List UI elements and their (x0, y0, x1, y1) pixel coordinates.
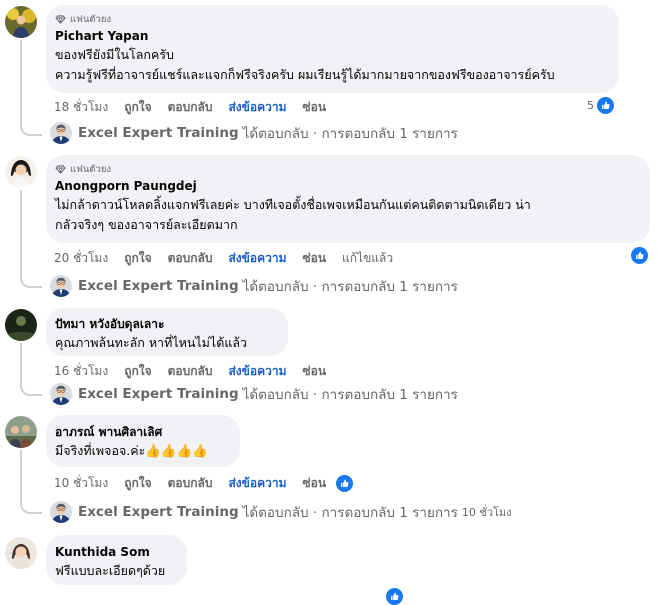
reply-button[interactable]: ตอบกลับ (168, 98, 213, 117)
like-reaction-icon[interactable] (386, 588, 403, 605)
reaction-number: 5 (587, 99, 594, 112)
like-button[interactable]: ถูกใจ (124, 362, 151, 381)
reply-button[interactable]: ตอบกลับ (168, 474, 213, 493)
fan-badge: แฟนตัวยง (55, 12, 607, 26)
fan-badge: แฟนตัวยง (55, 162, 638, 176)
comment-bubble: ปัทมา หวังอับดุลเลาะ คุณภาพล้นทะลัก หาที… (46, 308, 288, 356)
comment-bubble: Kunthida Som ฟรีแบบละเอียดๆด้วย (46, 535, 187, 585)
reply-button[interactable]: ตอบกลับ (168, 249, 213, 268)
avatar[interactable] (5, 416, 37, 448)
avatar (50, 383, 72, 405)
comment-text: มีจริงที่เพจอจ.ค่ะ👍👍👍👍 (55, 443, 208, 458)
comment-author[interactable]: Kunthida Som (55, 544, 175, 561)
comment-bubble: แฟนตัวยง Anongporn Paungdej ไม่กล้าดาวน์… (46, 155, 650, 243)
replier-name: Excel Expert Training (78, 504, 239, 520)
edited-label[interactable]: แก้ไขแล้ว (342, 249, 393, 268)
comment-actions: 10 ชั่วโมง ถูกใจ ตอบกลับ ส่งข้อความ ซ่อน (54, 474, 369, 493)
avatar[interactable] (5, 156, 37, 188)
comment-text: ไม่กล้าดาวน์โหลดลิ้งแจกฟรีเลยค่ะ บางทีเจ… (55, 197, 531, 232)
hide-button[interactable]: ซ่อน (302, 474, 326, 493)
diamond-icon (55, 165, 66, 174)
comment-bubble: อาภรณ์ พานศิลาเลิศ มีจริงที่เพจอจ.ค่ะ👍👍👍… (46, 415, 240, 467)
reaction-count[interactable] (628, 247, 648, 264)
comment-author[interactable]: ปัทมา หวังอับดุลเลาะ (55, 316, 276, 333)
send-message-button[interactable]: ส่งข้อความ (228, 98, 286, 117)
replies-summary: ได้ตอบกลับ · การตอบกลับ 1 รายการ (242, 126, 458, 142)
replies-summary: ได้ตอบกลับ · การตอบกลับ 1 รายการ (242, 505, 458, 521)
view-replies[interactable]: Excel Expert Training ได้ตอบกลับ · การตอ… (50, 501, 512, 523)
comment-author[interactable]: Anongporn Paungdej (55, 178, 638, 195)
comment-text: ฟรีแบบละเอียดๆด้วย (55, 563, 166, 578)
replier-name: Excel Expert Training (78, 386, 239, 402)
replier-name: Excel Expert Training (78, 278, 239, 294)
like-button[interactable]: ถูกใจ (124, 98, 151, 117)
replies-summary: ได้ตอบกลับ · การตอบกลับ 1 รายการ (242, 279, 458, 295)
thread-line (20, 450, 42, 514)
replier-name: Excel Expert Training (78, 125, 239, 141)
thread-line (20, 40, 42, 136)
hide-button[interactable]: ซ่อน (302, 362, 326, 381)
comment-time[interactable]: 20 ชั่วโมง (54, 249, 108, 268)
like-reaction-icon (597, 97, 614, 114)
hide-button[interactable]: ซ่อน (302, 98, 326, 117)
like-reaction-icon (631, 247, 648, 264)
like-reaction-icon[interactable] (336, 475, 354, 492)
comment-time[interactable]: 16 ชั่วโมง (54, 362, 108, 381)
avatar[interactable] (5, 6, 37, 38)
comment-author[interactable]: Pichart Yapan (55, 28, 607, 45)
send-message-button[interactable]: ส่งข้อความ (228, 474, 286, 493)
replies-summary: ได้ตอบกลับ · การตอบกลับ 1 รายการ (242, 387, 458, 403)
comment-time[interactable]: 10 ชั่วโมง (54, 474, 108, 493)
avatar[interactable] (5, 309, 37, 341)
comment-bubble: แฟนตัวยง Pichart Yapan ของฟรียังมีในโลกค… (46, 5, 619, 93)
fan-badge-label: แฟนตัวยง (70, 13, 112, 25)
view-replies[interactable]: Excel Expert Training ได้ตอบกลับ · การตอ… (50, 275, 458, 297)
comment-author[interactable]: อาภรณ์ พานศิลาเลิศ (55, 424, 228, 441)
view-replies[interactable]: Excel Expert Training ได้ตอบกลับ · การตอ… (50, 122, 458, 144)
comment-text: ของฟรียังมีในโลกครับ ความรู้ฟรีที่อาจารย… (55, 47, 555, 82)
send-message-button[interactable]: ส่งข้อความ (228, 362, 286, 381)
comment-text: คุณภาพล้นทะลัก หาที่ไหนไม่ได้แล้ว (55, 335, 248, 350)
fan-badge-label: แฟนตัวยง (70, 163, 112, 175)
reply-time[interactable]: 10 ชั่วโมง (462, 503, 512, 521)
hide-button[interactable]: ซ่อน (302, 249, 326, 268)
avatar (50, 122, 72, 144)
avatar (50, 501, 72, 523)
view-replies[interactable]: Excel Expert Training ได้ตอบกลับ · การตอ… (50, 383, 458, 405)
avatar (50, 275, 72, 297)
thread-line (20, 190, 42, 288)
reaction-count[interactable]: 5 (587, 97, 614, 114)
comment-actions: 20 ชั่วโมง ถูกใจ ตอบกลับ ส่งข้อความ ซ่อน… (54, 249, 409, 268)
comment-time[interactable]: 18 ชั่วโมง (54, 98, 108, 117)
comment-actions: 18 ชั่วโมง ถูกใจ ตอบกลับ ส่งข้อความ ซ่อน (54, 98, 342, 117)
reply-button[interactable]: ตอบกลับ (168, 362, 213, 381)
avatar[interactable] (5, 537, 37, 569)
like-button[interactable]: ถูกใจ (124, 474, 151, 493)
comment-actions: 16 ชั่วโมง ถูกใจ ตอบกลับ ส่งข้อความ ซ่อน (54, 362, 342, 381)
diamond-icon (55, 15, 66, 24)
like-button[interactable]: ถูกใจ (124, 249, 151, 268)
send-message-button[interactable]: ส่งข้อความ (228, 249, 286, 268)
thread-line (20, 343, 42, 396)
